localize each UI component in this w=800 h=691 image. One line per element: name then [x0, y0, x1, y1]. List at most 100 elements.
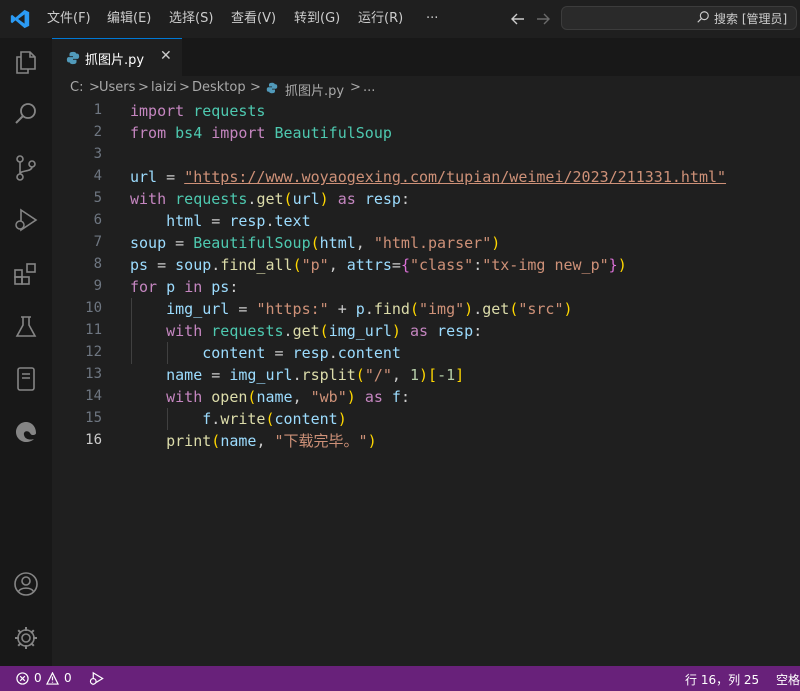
code-line: import requests — [130, 100, 265, 122]
code-token: ) — [346, 388, 356, 406]
close-tab-icon[interactable]: ✕ — [160, 48, 172, 64]
line-number: 7 — [93, 234, 102, 250]
breadcrumb-desktop[interactable]: Desktop — [192, 80, 246, 95]
code-token: . — [364, 300, 374, 318]
run-debug-icon[interactable] — [12, 206, 40, 234]
extensions-icon[interactable] — [12, 260, 40, 288]
edge-devtools-icon[interactable] — [12, 418, 40, 446]
code-token: , — [391, 366, 410, 384]
code-token: ps — [211, 278, 230, 296]
code-token: resp — [364, 190, 401, 208]
explorer-icon[interactable] — [12, 48, 40, 76]
code-token: BeautifulSoup — [274, 124, 392, 142]
breadcrumb-users[interactable]: Users — [99, 80, 135, 95]
menu-run[interactable]: 运行(R) — [358, 0, 403, 38]
python-file-icon — [266, 82, 278, 94]
menu-go[interactable]: 转到(G) — [294, 0, 340, 38]
editor-tab[interactable]: 抓图片.py ✕ — [52, 38, 182, 76]
python-file-icon — [66, 51, 80, 65]
code-token: ) — [337, 410, 347, 428]
code-token: ) — [617, 256, 627, 274]
code-token: = — [148, 256, 176, 274]
warning-count[interactable]: 0 — [64, 671, 72, 685]
menu-more[interactable]: ··· — [426, 0, 438, 38]
account-icon[interactable] — [12, 570, 40, 598]
cursor-position[interactable]: 行 16，列 25 — [685, 671, 759, 688]
command-center-search[interactable]: 搜索 [管理员] — [561, 6, 797, 30]
menu-view[interactable]: 查看(V) — [231, 0, 276, 38]
code-token: as — [337, 190, 356, 208]
indentation-setting[interactable]: 空格 — [776, 671, 800, 688]
breadcrumb-file[interactable]: 抓图片.py — [285, 80, 344, 99]
code-token: requests — [175, 190, 248, 208]
code-token: ) — [367, 432, 377, 450]
code-token: name — [256, 388, 293, 406]
code-token: as — [364, 388, 383, 406]
code-token: url — [292, 190, 320, 208]
status-bar: 0 0 行 16，列 25 空格 — [0, 666, 800, 691]
code-token: attrs — [346, 256, 392, 274]
warning-icon[interactable] — [46, 672, 59, 685]
code-line: name = img_url.rsplit("/", 1)[-1] — [130, 364, 464, 386]
code-token: ( — [211, 432, 221, 450]
code-token: "p" — [301, 256, 329, 274]
code-token: html — [166, 212, 203, 230]
code-token: . — [211, 256, 221, 274]
code-token: ] — [455, 366, 465, 384]
code-token: : — [400, 388, 410, 406]
code-token: "html.parser" — [373, 234, 492, 252]
code-token: get — [482, 300, 510, 318]
code-token: 1 — [409, 366, 419, 384]
notebook-icon[interactable] — [12, 365, 40, 393]
code-token: = — [202, 212, 230, 230]
line-number: 13 — [85, 366, 102, 382]
code-token: img_url — [166, 300, 230, 318]
code-token: ( — [283, 190, 293, 208]
vscode-logo-icon — [10, 9, 30, 29]
forward-arrow-icon[interactable] — [535, 11, 551, 27]
remote-debug-icon[interactable] — [89, 671, 105, 686]
back-arrow-icon[interactable] — [510, 11, 526, 27]
breadcrumb-laizi[interactable]: laizi — [151, 80, 177, 95]
code-token: rsplit — [301, 366, 356, 384]
code-token: ) — [319, 190, 329, 208]
settings-gear-icon[interactable] — [12, 624, 40, 652]
code-token: text — [274, 212, 311, 230]
code-token: content — [337, 344, 401, 362]
menu-edit[interactable]: 编辑(E) — [107, 0, 151, 38]
code-token: write — [220, 410, 266, 428]
breadcrumb-drive[interactable]: C: — [70, 80, 83, 95]
search-view-icon[interactable] — [12, 100, 40, 128]
menu-selection[interactable]: 选择(S) — [169, 0, 213, 38]
code-token: requests — [211, 322, 284, 340]
source-control-icon[interactable] — [12, 154, 40, 182]
breadcrumb-separator: > — [179, 80, 190, 95]
code-token: ( — [319, 322, 329, 340]
code-line: content = resp.content — [130, 342, 401, 364]
testing-icon[interactable] — [12, 313, 40, 341]
code-line: html = resp.text — [130, 210, 311, 232]
breadcrumb-separator: > — [138, 80, 149, 95]
error-count[interactable]: 0 — [34, 671, 42, 685]
code-token: = — [391, 256, 401, 274]
code-line: with requests.get(img_url) as resp: — [130, 320, 482, 342]
code-token: with — [166, 322, 203, 340]
code-token: ) — [419, 366, 429, 384]
code-token: : — [473, 256, 483, 274]
code-token: = — [202, 366, 230, 384]
error-icon[interactable] — [16, 672, 29, 685]
breadcrumb-symbols[interactable]: ... — [363, 80, 375, 95]
code-token: , — [256, 432, 275, 450]
code-token: name — [220, 432, 257, 450]
line-number: 6 — [93, 212, 102, 228]
code-line: f.write(content) — [130, 408, 347, 430]
code-editor[interactable]: 1 2 3 4 5 6 7 8 9 10 11 12 13 14 15 16 import requests f… — [52, 100, 800, 666]
code-token: import — [130, 102, 185, 120]
menu-file[interactable]: 文件(F) — [47, 0, 91, 38]
